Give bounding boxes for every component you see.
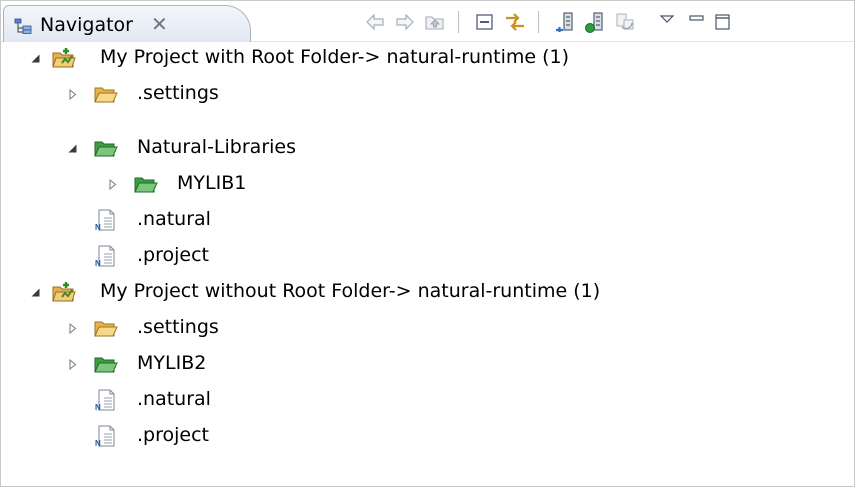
expand-arrow-icon[interactable]: [67, 359, 78, 370]
folder-icon: [94, 83, 118, 105]
expand-arrow-icon[interactable]: [67, 89, 78, 100]
close-icon[interactable]: ✕: [151, 13, 168, 35]
tree-item-library-folder[interactable]: Natural-Libraries: [1, 131, 854, 165]
expand-arrow-icon[interactable]: [67, 323, 78, 334]
tree-item-library[interactable]: MYLIB1: [1, 167, 854, 201]
forward-icon[interactable]: [394, 11, 416, 33]
tree-item-folder[interactable]: .settings: [1, 77, 854, 111]
toolbar-separator: [538, 11, 539, 33]
tree-item-label: MYLIB2: [137, 352, 207, 374]
tree-item-label: .natural: [137, 208, 211, 230]
folder-icon: [94, 317, 118, 339]
natural-file-icon: [94, 209, 118, 231]
back-icon[interactable]: [364, 11, 386, 33]
refresh-icon[interactable]: [614, 11, 636, 33]
tree-item-file[interactable]: .natural: [1, 203, 854, 237]
up-icon[interactable]: [424, 11, 446, 33]
natural-file-icon: [94, 425, 118, 447]
expand-arrow-icon[interactable]: [30, 53, 41, 64]
tree-item-label: .settings: [137, 316, 219, 338]
natural-project-icon: [52, 281, 76, 303]
tree-item-label: .settings: [137, 82, 219, 104]
library-folder-icon: [94, 353, 118, 375]
tree-item-file[interactable]: .natural: [1, 383, 854, 417]
minimize-icon[interactable]: [686, 11, 708, 33]
tree-item-project[interactable]: My Project without Root Folder-> natural…: [1, 275, 854, 309]
expand-arrow-icon[interactable]: [30, 287, 41, 298]
tab-navigator[interactable]: Navigator ✕: [3, 5, 251, 42]
collapse-all-icon[interactable]: [474, 11, 496, 33]
tree-item-label: Natural-Libraries: [137, 136, 296, 158]
tree-item-folder[interactable]: .settings: [1, 311, 854, 345]
view-header: Navigator ✕: [1, 1, 854, 42]
navigator-icon: [14, 18, 33, 34]
expand-arrow-icon[interactable]: [67, 143, 78, 154]
natural-file-icon: [94, 389, 118, 411]
natural-file-icon: [94, 245, 118, 267]
tree-item-label: MYLIB1: [177, 172, 247, 194]
tree-item-label: .natural: [137, 388, 211, 410]
tree-item-file[interactable]: .project: [1, 419, 854, 453]
tree-item-label: My Project with Root Folder-> natural-ru…: [100, 46, 570, 68]
tree-item-file[interactable]: .project: [1, 239, 854, 273]
new-natural-library-icon[interactable]: [584, 11, 606, 33]
natural-project-icon: [52, 47, 76, 69]
library-folder-icon: [134, 173, 158, 195]
tab-title: Navigator: [40, 14, 133, 36]
project-tree: My Project with Root Folder-> natural-ru…: [1, 41, 854, 486]
new-natural-project-icon[interactable]: [554, 11, 576, 33]
link-with-editor-icon[interactable]: [504, 11, 526, 33]
toolbar-separator: [458, 11, 459, 33]
view-menu-icon[interactable]: [656, 11, 678, 33]
expand-arrow-icon[interactable]: [107, 179, 118, 190]
library-folder-icon: [94, 137, 118, 159]
tree-item-label: .project: [137, 244, 209, 266]
tree-item-label: My Project without Root Folder-> natural…: [100, 280, 601, 302]
tree-item-library[interactable]: MYLIB2: [1, 347, 854, 381]
tree-item-project[interactable]: My Project with Root Folder-> natural-ru…: [1, 41, 854, 75]
tree-item-label: .project: [137, 424, 209, 446]
navigator-view: Navigator ✕ My Project with Root Folder-…: [0, 0, 855, 487]
maximize-icon[interactable]: [712, 11, 734, 33]
view-toolbar: [356, 1, 852, 41]
